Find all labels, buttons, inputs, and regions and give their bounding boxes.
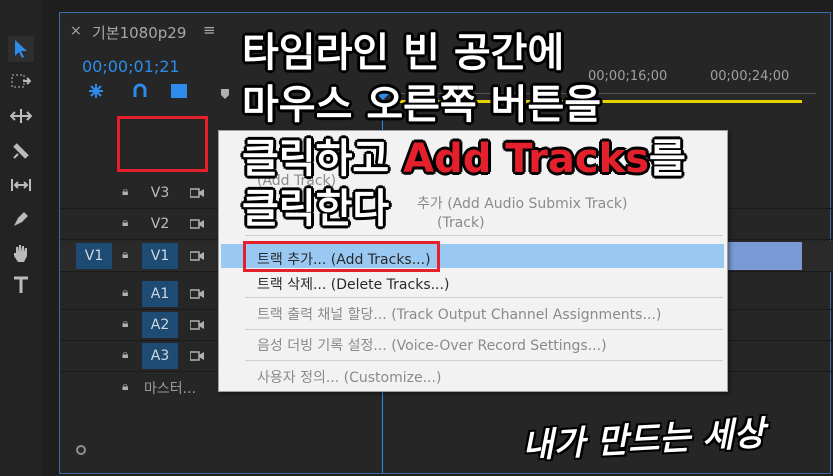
video-clip[interactable]: [726, 242, 802, 270]
sequence-tab[interactable]: 기본1080p29: [92, 22, 186, 43]
menu-item-track-output-channel[interactable]: 트랙 출력 채널 할당... (Track Output Channel Ass…: [257, 304, 661, 324]
camera-icon[interactable]: [190, 251, 204, 261]
caption-line-2: 마우스 오른쪽 버튼을: [242, 82, 602, 128]
camera-icon[interactable]: [190, 219, 204, 229]
track-output-icon[interactable]: [190, 351, 204, 361]
lock-icon[interactable]: 🔒︎: [122, 285, 128, 300]
menu-item-partial[interactable]: 추가 (Add Audio Submix Track): [417, 193, 627, 213]
pen-icon[interactable]: [8, 206, 34, 232]
add-marker-icon[interactable]: [170, 83, 188, 103]
type-icon[interactable]: [8, 272, 34, 298]
lock-icon[interactable]: 🔒︎: [122, 379, 128, 394]
track-select-icon[interactable]: [8, 68, 34, 94]
track-label-v1[interactable]: V1: [142, 243, 178, 269]
tools-panel: [0, 0, 42, 476]
caption-line-1: 타임라인 빈 공간에: [242, 30, 565, 76]
lock-icon[interactable]: 🔒︎: [122, 316, 128, 331]
hand-icon[interactable]: [8, 240, 34, 266]
track-label-a2[interactable]: A2: [142, 312, 178, 338]
add-tracks-highlight: [243, 241, 440, 272]
track-output-icon[interactable]: [190, 289, 204, 299]
menu-separator: [245, 235, 723, 236]
menu-item-voiceover-settings[interactable]: 음성 더빙 기록 설정... (Voice-Over Record Settin…: [257, 335, 607, 355]
menu-separator: [245, 297, 723, 298]
menu-item-delete-tracks[interactable]: 트랙 삭제... (Delete Tracks...): [257, 274, 449, 294]
menu-item-partial[interactable]: (Track): [437, 215, 485, 231]
panel-menu-icon[interactable]: ≡: [203, 21, 216, 39]
ripple-edit-icon[interactable]: [8, 103, 34, 129]
timeline-settings-icon[interactable]: [220, 85, 230, 104]
master-track-label: 마스터...: [144, 381, 196, 397]
caption-line-3-highlight: Add Tracks: [403, 136, 650, 182]
lock-icon[interactable]: 🔒︎: [122, 347, 128, 362]
track-output-icon[interactable]: [190, 320, 204, 330]
scroll-handle[interactable]: [76, 445, 86, 455]
menu-separator: [245, 329, 723, 330]
camera-icon[interactable]: [190, 188, 204, 198]
lock-icon[interactable]: 🔒︎: [122, 184, 128, 199]
razor-icon[interactable]: [8, 138, 34, 164]
selection-tool-icon[interactable]: [8, 36, 34, 62]
caption-line-3b: 를: [649, 136, 686, 182]
track-label-a1[interactable]: A1: [142, 281, 178, 307]
menu-item-customize[interactable]: 사용자 정의... (Customize...): [257, 367, 441, 387]
slip-icon[interactable]: [8, 172, 34, 198]
menu-separator: [245, 360, 723, 361]
snap-icon[interactable]: [88, 83, 104, 103]
lock-icon[interactable]: 🔒︎: [122, 247, 128, 262]
track-label-a3[interactable]: A3: [142, 343, 178, 369]
empty-space-highlight: [117, 116, 208, 172]
track-label-v2[interactable]: V2: [142, 211, 178, 237]
playhead-timecode[interactable]: 00;00;01;21: [82, 57, 180, 76]
ruler-label: 00;00;24;00: [710, 69, 790, 84]
track-label-v3[interactable]: V3: [142, 180, 178, 206]
tab-close-icon[interactable]: ×: [70, 23, 82, 39]
source-patch-v1[interactable]: V1: [76, 243, 112, 269]
linked-selection-icon[interactable]: [132, 83, 148, 103]
caption-line-4: 클릭한다: [242, 186, 390, 232]
lock-icon[interactable]: 🔒︎: [122, 215, 128, 230]
